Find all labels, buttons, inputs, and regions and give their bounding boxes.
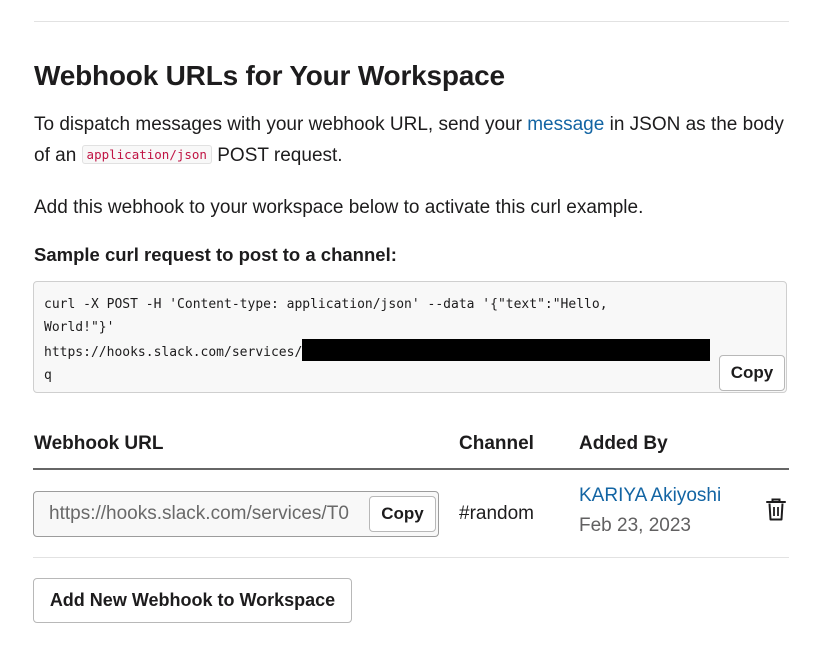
table-header-divider — [33, 468, 789, 470]
code-line: q — [44, 368, 52, 383]
copy-url-button[interactable]: Copy — [369, 496, 436, 532]
trash-icon-svg — [766, 498, 786, 521]
webhook-url-input[interactable] — [34, 492, 364, 536]
inline-code: application/json — [81, 145, 212, 164]
intro-paragraph: To dispatch messages with your webhook U… — [34, 110, 784, 171]
intro-text-end: POST request. — [211, 145, 343, 166]
top-divider — [34, 21, 789, 22]
added-by-user-link[interactable]: KARIYA Akiyoshi — [579, 485, 721, 507]
curl-code: curl -X POST -H 'Content-type: applicati… — [44, 293, 711, 387]
code-line: https://hooks.slack.com/services/ — [44, 345, 303, 360]
channel-name: #random — [459, 503, 534, 524]
code-line: curl -X POST -H 'Content-type: applicati… — [44, 297, 608, 312]
copy-curl-button[interactable]: Copy — [719, 355, 785, 391]
added-date: Feb 23, 2023 — [579, 515, 691, 536]
webhook-url-field: Copy — [33, 491, 439, 537]
sample-heading: Sample curl request to post to a channel… — [34, 244, 397, 265]
intro-text: To dispatch messages with your webhook U… — [34, 114, 528, 135]
redacted-block — [302, 339, 711, 361]
column-header-channel: Channel — [459, 433, 534, 454]
add-webhook-button[interactable]: Add New Webhook to Workspace — [33, 578, 352, 623]
message-link[interactable]: message — [527, 114, 604, 135]
table-row-divider — [33, 557, 789, 558]
curl-code-block: curl -X POST -H 'Content-type: applicati… — [33, 281, 787, 393]
trash-icon[interactable] — [764, 497, 788, 523]
column-header-webhook-url: Webhook URL — [34, 433, 164, 454]
code-line: World!"}' — [44, 320, 115, 335]
page-title: Webhook URLs for Your Workspace — [34, 60, 505, 91]
activate-note: Add this webhook to your workspace below… — [34, 197, 644, 218]
column-header-added-by: Added By — [579, 433, 668, 454]
